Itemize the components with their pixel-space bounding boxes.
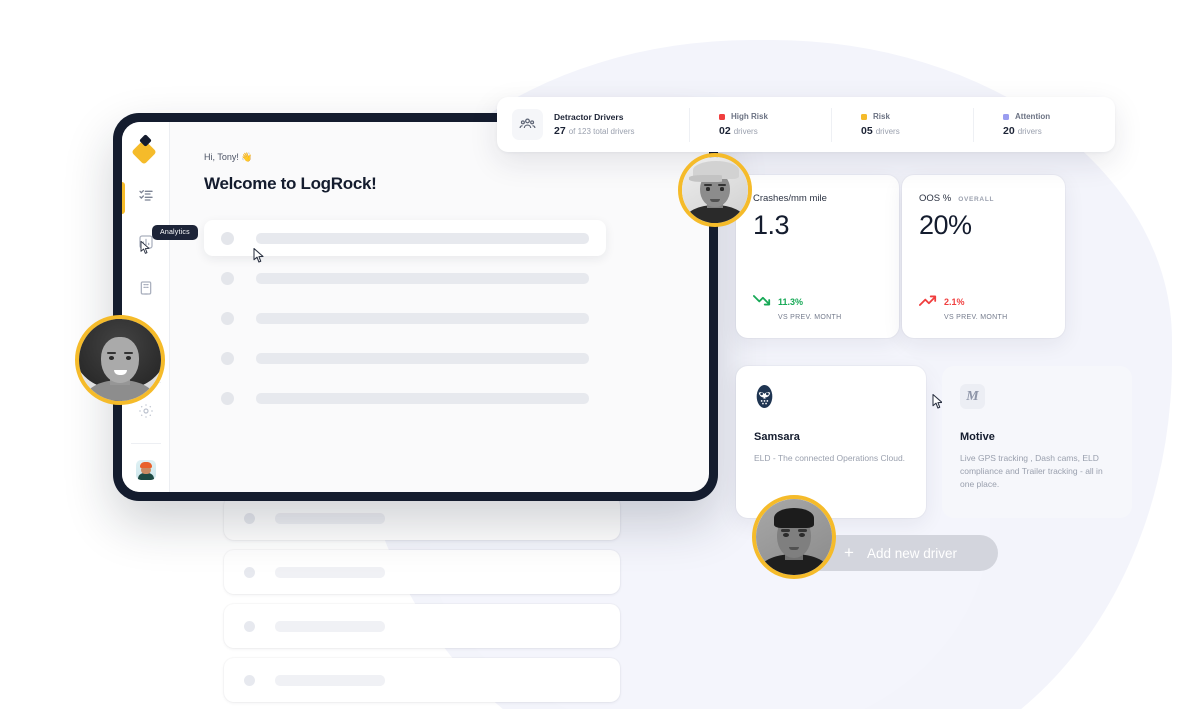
text-placeholder [275,512,385,524]
list-item[interactable] [224,658,620,702]
app-sidebar: Analytics [122,122,198,492]
metric-value: 20% [919,210,972,240]
integration-name: Samsara [754,431,800,443]
segment-count: 20 [1003,125,1015,137]
list-item[interactable] [224,496,620,540]
tablet-screen: Analytics Hi, Tony! 👋 Welcome to LogRock… [122,122,709,492]
list-item[interactable] [204,300,606,336]
metric-tag: OVERALL [958,196,995,203]
analytics-chart-icon [138,234,154,255]
tablet-device: Analytics Hi, Tony! 👋 Welcome to LogRock… [113,113,718,501]
segment-label: High Risk [731,112,768,121]
metric-value: 1.3 [753,210,790,240]
integration-description: Live GPS tracking , Dash cams, ELD compl… [960,453,1103,490]
segment-count: 05 [861,125,873,137]
detractor-count-value: 27 [554,125,566,137]
segment-label: Risk [873,112,890,121]
avatar-man-cap [678,153,752,227]
greeting-text: Hi, Tony! 👋 [204,152,253,162]
avatar-placeholder [221,311,234,325]
sidebar-tooltip: Analytics [152,225,198,240]
segment-attention: Attention 20 drivers [973,107,1115,142]
trend-down-icon [753,294,778,309]
metric-card-crashes: Crashes/mm mile 1.3 11.3% VS PREV. MONTH [736,175,899,338]
page-title: Welcome to LogRock! [204,174,377,193]
gear-icon [138,403,154,424]
integration-description: ELD - The connected Operations Cloud. [754,453,906,463]
detractor-count-suffix: of 123 total drivers [568,127,635,136]
integration-name: Motive [960,431,995,443]
plus-icon: + [844,543,854,562]
background-skeleton-list [224,496,620,709]
avatar-placeholder [244,512,255,524]
text-placeholder [256,312,589,324]
checklist-icon [138,188,154,209]
metric-delta: 2.1% [944,296,965,307]
metric-comparison: VS PREV. MONTH [944,314,1008,321]
status-badge-risk [861,113,867,120]
list-item[interactable] [204,260,606,296]
status-badge-attention [1003,113,1009,120]
toggle-knob [891,386,906,401]
avatar-placeholder [221,271,234,285]
avatar-placeholder [244,674,255,686]
integration-card-samsara: Samsara ELD - The connected Operations C… [736,366,943,518]
text-placeholder [275,566,385,578]
user-avatar[interactable] [135,460,156,480]
segment-label: Attention [1015,112,1051,121]
sidebar-item-checklist[interactable] [122,182,169,214]
text-placeholder [275,620,385,632]
screenshot-root: Analytics Hi, Tony! 👋 Welcome to LogRock… [0,0,1200,709]
trend-up-icon [919,294,944,309]
text-placeholder [256,392,589,404]
detractor-label: Detractor Drivers [554,112,624,122]
list-item[interactable] [204,220,606,263]
samsara-owl-icon [754,384,775,409]
segment-unit: drivers [875,127,900,136]
detractor-summary: Detractor Drivers 27 of 123 total drivers [497,109,689,140]
segment-unit: drivers [733,127,758,136]
sidebar-item-company[interactable] [122,276,169,304]
text-placeholder [256,352,589,364]
avatar-woman-curly-hair [75,315,165,405]
metric-title: Crashes/mm mile [753,193,827,204]
avatar-placeholder [221,351,234,365]
list-item[interactable] [204,380,606,416]
people-group-icon [512,109,543,140]
divider [130,443,161,444]
app-main-content: Hi, Tony! 👋 Welcome to LogRock! [170,122,709,492]
avatar-placeholder [244,566,255,578]
status-badge-high-risk [719,113,725,120]
segment-high-risk: High Risk 02 drivers [689,107,831,142]
add-new-driver-label: Add new driver [867,545,958,561]
list-item[interactable] [204,340,606,376]
metric-card-oos: OOS % OVERALL 20% 2.1% VS PREV. MONTH [902,175,1065,338]
text-placeholder [256,272,589,284]
sidebar-item-analytics[interactable]: Analytics [122,225,198,258]
avatar-placeholder [221,391,234,405]
text-placeholder [275,674,385,686]
segment-risk: Risk 05 drivers [831,107,973,142]
detractor-drivers-statbar: Detractor Drivers 27 of 123 total drivers… [497,97,1115,152]
detractor-count: 27 of 123 total drivers [554,125,635,137]
avatar-man-beanie [752,495,836,579]
motive-m-icon: M [960,384,985,409]
wave-emoji: 👋 [241,152,253,162]
segment-unit: drivers [1017,127,1042,136]
metric-comparison: VS PREV. MONTH [778,314,842,321]
skeleton-list [204,220,606,416]
metric-title: OOS % [919,193,952,204]
segment-count: 02 [719,125,731,137]
avatar-placeholder [221,231,234,245]
building-icon [138,280,154,301]
metric-delta: 11.3% [778,296,804,307]
integration-card-motive: M Motive Live GPS tracking , Dash cams, … [942,366,1132,518]
text-placeholder [256,232,589,244]
list-item[interactable] [224,550,620,594]
list-item[interactable] [224,604,620,648]
logrock-diamond-logo[interactable] [130,134,159,165]
avatar-placeholder [244,620,255,632]
